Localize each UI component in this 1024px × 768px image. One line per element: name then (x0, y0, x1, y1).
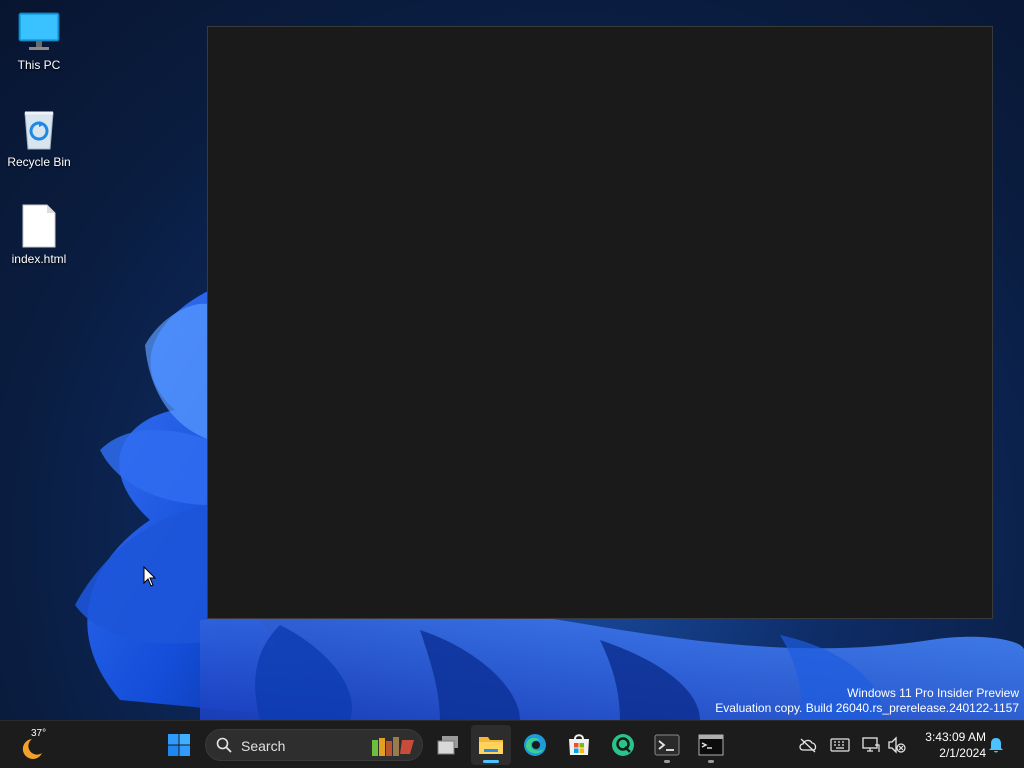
search-highlight-books-icon (372, 737, 414, 756)
cmd-icon (698, 734, 724, 756)
evaluation-watermark: Windows 11 Pro Insider Preview Evaluatio… (715, 686, 1019, 716)
desktop-icon-index-html[interactable]: index.html (1, 204, 77, 266)
watermark-line-build: Evaluation copy. Build 26040.rs_prerelea… (715, 701, 1019, 715)
edge-icon (524, 734, 546, 756)
windows-start-icon (168, 734, 190, 756)
running-indicator (664, 760, 670, 763)
taskbar-task-view[interactable] (428, 725, 468, 765)
taskbar-command-prompt[interactable] (691, 725, 731, 765)
weather-temperature: 37° (31, 728, 47, 739)
clock-time: 3:43:09 AM (925, 730, 986, 744)
taskbar-store[interactable] (559, 725, 599, 765)
store-icon (569, 734, 589, 755)
desktop-icon-label: Recycle Bin (7, 155, 71, 169)
q-app-icon (612, 734, 634, 756)
taskbar-search-box[interactable]: Search (205, 729, 423, 761)
recycle-bin-icon (17, 107, 61, 151)
desktop-icon-label: This PC (17, 58, 61, 72)
clock-date: 2/1/2024 (939, 746, 986, 760)
task-view-icon (437, 736, 458, 755)
watermark-line-edition: Windows 11 Pro Insider Preview (847, 686, 1019, 700)
search-icon (216, 737, 232, 753)
running-indicator (708, 760, 714, 763)
active-indicator (483, 760, 499, 763)
network-icon[interactable] (861, 735, 881, 755)
volume-muted-icon[interactable] (887, 735, 907, 755)
mouse-pointer-icon (143, 565, 157, 593)
desktop-icon-recycle-bin[interactable]: Recycle Bin (1, 107, 77, 169)
html-file-icon (17, 204, 61, 248)
this-pc-icon (17, 10, 61, 54)
keyboard-icon[interactable] (830, 735, 850, 755)
search-placeholder: Search (241, 738, 286, 754)
weather-widget[interactable]: 37° (18, 727, 52, 763)
taskbar-file-explorer[interactable] (471, 725, 511, 765)
cloud-offline-icon[interactable] (798, 735, 818, 755)
application-window[interactable] (207, 26, 993, 619)
bell-icon[interactable] (986, 735, 1006, 755)
taskbar-edge[interactable] (515, 725, 555, 765)
desktop-icon-label: index.html (11, 252, 67, 266)
taskbar: 37° Search 3:43:09 AM 2/1/2024 (0, 720, 1024, 768)
desktop-icon-this-pc[interactable]: This PC (1, 10, 77, 72)
system-clock[interactable]: 3:43:09 AM 2/1/2024 (916, 729, 986, 761)
terminal-icon (654, 734, 680, 756)
taskbar-terminal[interactable] (647, 725, 687, 765)
start-button[interactable] (159, 725, 199, 765)
taskbar-app-q[interactable] (603, 725, 643, 765)
folder-icon (479, 737, 503, 754)
